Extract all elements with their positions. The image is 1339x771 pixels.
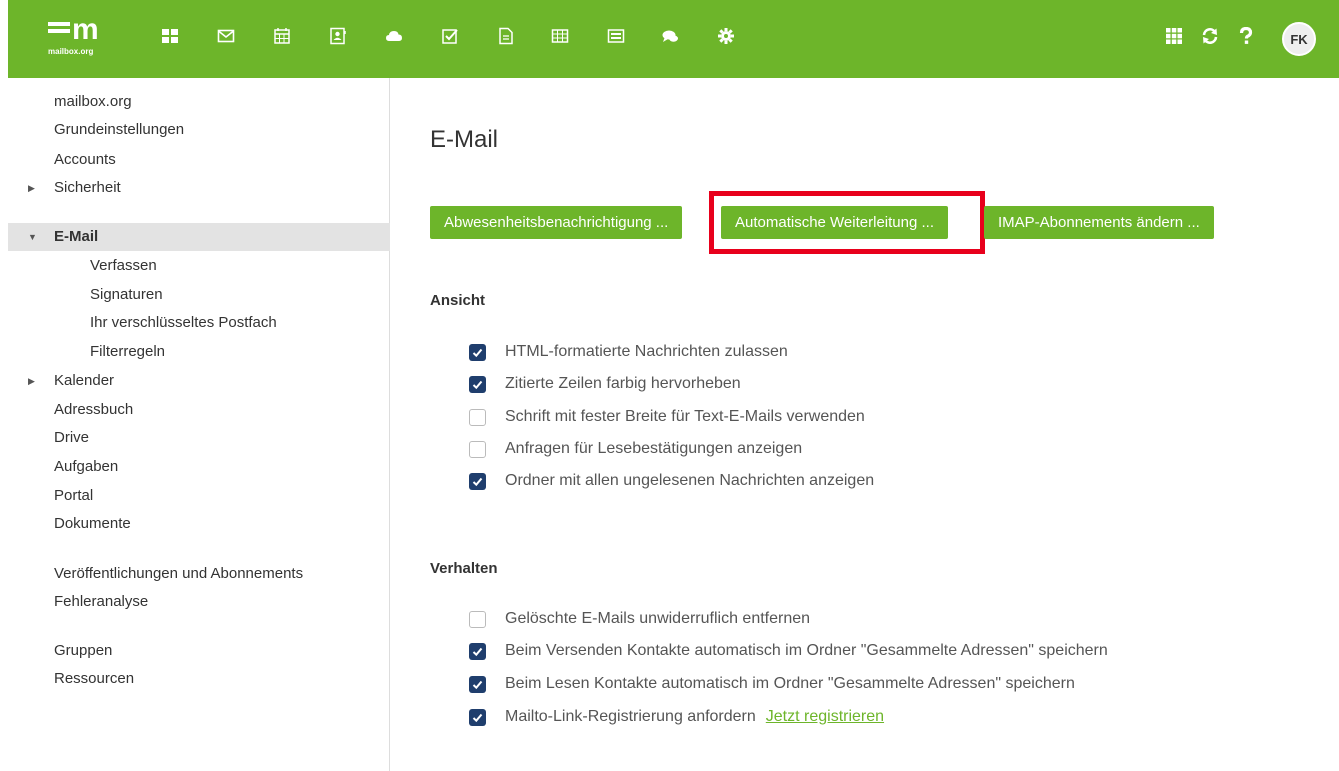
option-label: Anfragen für Lesebestätigungen anzeigen <box>505 440 803 457</box>
sidebar-item-label: Portal <box>54 487 94 504</box>
sidebar-item-gruppen[interactable]: Gruppen <box>8 637 390 665</box>
checkbox-checked[interactable] <box>469 343 486 361</box>
sidebar-item-label: Ressourcen <box>54 670 135 687</box>
sidebar-item-label: Filterregeln <box>90 343 166 360</box>
text-icon[interactable] <box>496 25 516 47</box>
sidebar-item-label: mailbox.org <box>54 93 132 110</box>
option-row[interactable]: HTML-formatierte Nachrichten zulassen <box>469 341 788 363</box>
sidebar-item-filterregeln[interactable]: Filterregeln <box>8 338 390 366</box>
sidebar-item-fehleranalyse[interactable]: Fehleranalyse <box>8 588 390 616</box>
option-label: Beim Versenden Kontakte automatisch im O… <box>505 642 1108 659</box>
sidebar-item-label: Ihr verschlüsseltes Postfach <box>90 314 277 331</box>
mailbox-logo[interactable]: m mailbox.org <box>48 14 118 62</box>
main-content: E-Mail Abwesenheitsbenachrichtigung ... … <box>391 78 1339 771</box>
sidebar-item-aufgaben[interactable]: Aufgaben <box>8 453 390 481</box>
sidebar-item-label: Adressbuch <box>54 401 134 418</box>
portal-icon[interactable] <box>160 25 180 47</box>
sidebar-item-mailbox-org[interactable]: mailbox.org <box>8 88 390 116</box>
option-row[interactable]: Ordner mit allen ungelesenen Nachrichten… <box>469 470 874 492</box>
logo-subtitle: mailbox.org <box>48 47 94 56</box>
sidebar-item-label: Drive <box>54 429 90 446</box>
auto-forward-button[interactable]: Automatische Weiterleitung ... <box>721 206 948 239</box>
sidebar-item-label: Signaturen <box>90 286 163 303</box>
logo-mark: m <box>72 13 99 46</box>
option-label: Beim Lesen Kontakte automatisch im Ordne… <box>505 675 1075 692</box>
option-label: Ordner mit allen ungelesenen Nachrichten… <box>505 472 875 489</box>
sidebar-item-kalender[interactable]: ▶ Kalender <box>8 367 390 395</box>
checkbox-unchecked[interactable] <box>469 610 486 628</box>
sidebar-item-label: Aufgaben <box>54 458 119 475</box>
sidebar-item-label: E-Mail <box>54 228 99 245</box>
imap-subscriptions-button[interactable]: IMAP-Abonnements ändern ... <box>984 206 1214 239</box>
sidebar-item-grundeinstellungen[interactable]: Grundeinstellungen <box>8 116 390 144</box>
calendar-icon[interactable] <box>272 25 292 47</box>
absence-notice-button[interactable]: Abwesenheitsbenachrichtigung ... <box>430 206 683 239</box>
option-row[interactable]: Schrift mit fester Breite für Text-E-Mai… <box>469 406 865 428</box>
chat-icon[interactable] <box>660 25 680 47</box>
spreadsheet-icon[interactable] <box>550 25 570 47</box>
app-launcher-icon[interactable] <box>1164 25 1184 47</box>
sidebar-item-label: Grundeinstellungen <box>54 121 185 138</box>
sidebar-item-label: Verfassen <box>90 257 157 274</box>
sidebar-item-verfassen[interactable]: Verfassen <box>8 252 390 280</box>
refresh-icon[interactable] <box>1200 25 1220 47</box>
tasks-icon[interactable] <box>440 25 460 47</box>
sidebar-item-drive[interactable]: Drive <box>8 424 390 452</box>
drive-icon[interactable] <box>384 25 404 47</box>
sidebar-item-sicherheit[interactable]: ▶ Sicherheit <box>8 174 390 202</box>
option-row[interactable]: Mailto-Link-Registrierung anfordern Jetz… <box>469 706 884 728</box>
checkbox-checked[interactable] <box>469 472 486 490</box>
sidebar-item-label: Gruppen <box>54 642 113 659</box>
option-label: Gelöschte E-Mails unwiderruflich entfern… <box>505 610 811 627</box>
checkbox-checked[interactable] <box>469 375 486 393</box>
caret-right-icon[interactable]: ▶ <box>28 367 35 395</box>
option-row[interactable]: Anfragen für Lesebestätigungen anzeigen <box>469 438 802 460</box>
checkbox-checked[interactable] <box>469 642 486 660</box>
option-label: Zitierte Zeilen farbig hervorheben <box>505 375 741 392</box>
help-icon[interactable] <box>1236 25 1256 47</box>
sidebar-item-verschluesseltes-postfach[interactable]: Ihr verschlüsseltes Postfach <box>8 309 390 337</box>
option-row[interactable]: Beim Lesen Kontakte automatisch im Ordne… <box>469 673 1075 695</box>
register-now-link[interactable]: Jetzt registrieren <box>766 708 884 726</box>
sidebar-item-label: Kalender <box>54 372 115 389</box>
sidebar-item-email[interactable]: ▼ E-Mail <box>8 223 390 251</box>
sidebar-item-label: Dokumente <box>54 515 131 532</box>
option-row[interactable]: Beim Versenden Kontakte automatisch im O… <box>469 640 1108 662</box>
sidebar-item-label: Accounts <box>54 151 116 168</box>
caret-down-icon[interactable]: ▼ <box>28 223 37 251</box>
addressbook-icon[interactable] <box>328 25 348 47</box>
sidebar-item-label: Sicherheit <box>54 179 121 196</box>
sidebar-item-adressbuch[interactable]: Adressbuch <box>8 396 390 424</box>
sidebar-item-label: Fehleranalyse <box>54 593 149 610</box>
sidebar-item-label: Veröffentlichungen und Abonnements <box>54 565 304 582</box>
sidebar-item-dokumente[interactable]: Dokumente <box>8 510 390 538</box>
sidebar-item-portal[interactable]: Portal <box>8 482 390 510</box>
option-row[interactable]: Gelöschte E-Mails unwiderruflich entfern… <box>469 608 810 630</box>
sidebar-item-signaturen[interactable]: Signaturen <box>8 281 390 309</box>
sidebar-item-ressourcen[interactable]: Ressourcen <box>8 665 390 693</box>
checkbox-checked[interactable] <box>469 708 486 726</box>
checkbox-unchecked[interactable] <box>469 408 486 426</box>
settings-sidebar: mailbox.org Grundeinstellungen Accounts … <box>8 78 390 771</box>
top-bar: m mailbox.org FK <box>8 0 1339 78</box>
option-row[interactable]: Zitierte Zeilen farbig hervorheben <box>469 373 741 395</box>
caret-right-icon[interactable]: ▶ <box>28 174 35 202</box>
presentation-icon[interactable] <box>606 25 626 47</box>
option-label: HTML-formatierte Nachrichten zulassen <box>505 343 788 360</box>
mail-icon[interactable] <box>216 25 236 47</box>
page-title: E-Mail <box>430 126 499 153</box>
section-title-behavior: Verhalten <box>430 560 498 577</box>
settings-icon[interactable] <box>716 25 736 47</box>
checkbox-unchecked[interactable] <box>469 440 486 458</box>
logo-envelope-mark <box>48 22 70 36</box>
option-label: Mailto-Link-Registrierung anfordern <box>505 708 756 725</box>
sidebar-item-veroeffentlichungen[interactable]: Veröffentlichungen und Abonnements <box>8 560 390 588</box>
avatar[interactable]: FK <box>1282 22 1316 56</box>
checkbox-checked[interactable] <box>469 675 486 693</box>
option-label: Schrift mit fester Breite für Text-E-Mai… <box>505 408 865 425</box>
sidebar-item-accounts[interactable]: Accounts <box>8 146 390 174</box>
section-title-view: Ansicht <box>430 292 486 309</box>
